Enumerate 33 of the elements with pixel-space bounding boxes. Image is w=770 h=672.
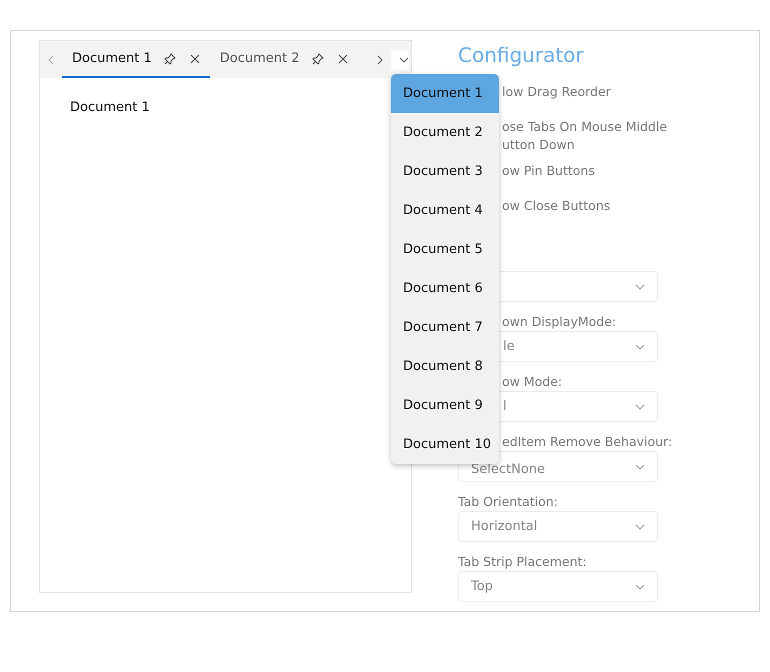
- chevron-down-icon: [635, 344, 645, 350]
- chevron-down-icon: [399, 56, 409, 62]
- chevron-down-icon: [635, 584, 645, 590]
- option-label: low Drag Reorder: [502, 83, 611, 101]
- field-label: Tab Orientation:: [458, 493, 558, 511]
- pin-icon[interactable]: [164, 52, 176, 64]
- field-label: edItem Remove Behaviour:: [502, 433, 672, 451]
- menu-item[interactable]: Document 6: [391, 269, 499, 308]
- chevron-down-icon: [635, 464, 645, 470]
- combo-box[interactable]: Horizontal: [458, 511, 658, 542]
- menu-item[interactable]: Document 4: [391, 191, 499, 230]
- combo-box[interactable]: Top: [458, 571, 658, 602]
- tab[interactable]: Document 2: [210, 41, 358, 78]
- menu-item[interactable]: Document 5: [391, 230, 499, 269]
- configurator-title: Configurator: [458, 43, 585, 67]
- menu-item[interactable]: Document 2: [391, 113, 499, 152]
- chevron-down-icon: [635, 404, 645, 410]
- pin-icon[interactable]: [312, 52, 324, 64]
- field-label: ow Mode:: [502, 373, 562, 391]
- option-label: ose Tabs On Mouse Middle utton Down: [502, 118, 668, 154]
- option-label: ow Pin Buttons: [502, 162, 595, 180]
- field-label: own DisplayMode:: [502, 313, 616, 331]
- menu-item[interactable]: Document 3: [391, 152, 499, 191]
- chevron-down-icon: [635, 524, 645, 530]
- option-label: ow Close Buttons: [502, 197, 610, 215]
- chevron-down-icon: [635, 284, 645, 290]
- close-icon[interactable]: [190, 54, 200, 64]
- tab[interactable]: Document 1: [62, 41, 210, 78]
- overflow-button[interactable]: [391, 50, 409, 70]
- field-label: Tab Strip Placement:: [458, 553, 587, 571]
- menu-item[interactable]: Document 1: [391, 74, 499, 113]
- close-icon[interactable]: [338, 54, 348, 64]
- scroll-right-icon[interactable]: [377, 54, 383, 64]
